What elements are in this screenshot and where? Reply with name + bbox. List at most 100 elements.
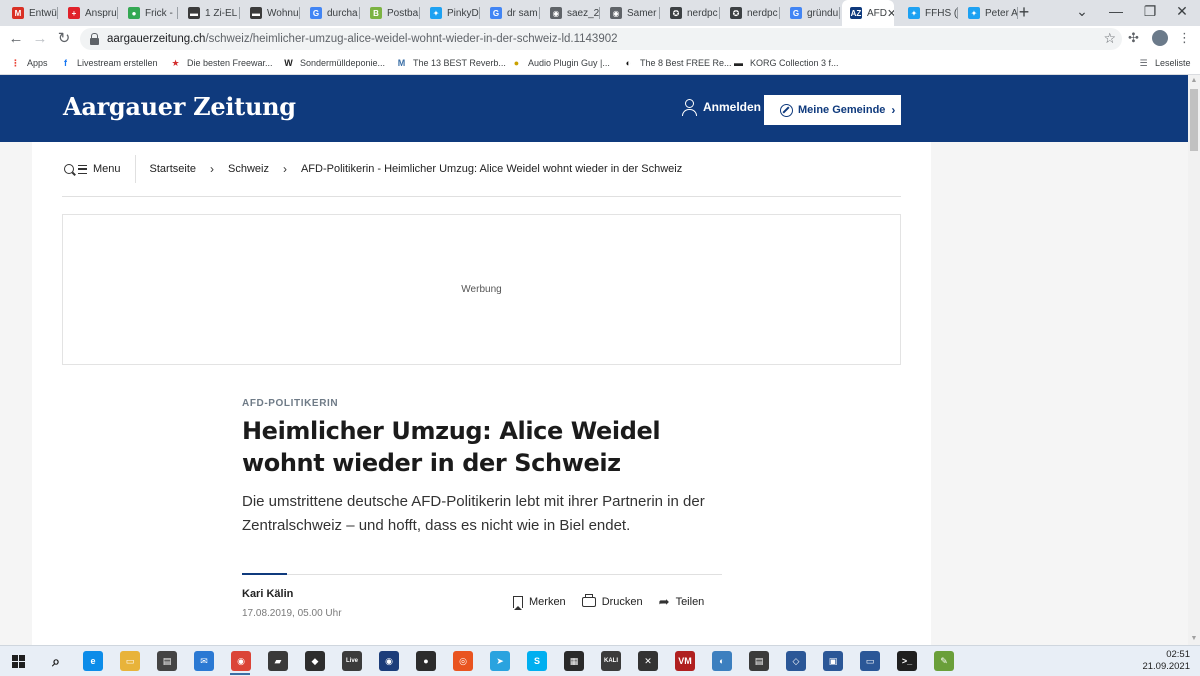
close-tab-icon[interactable]: ✕: [887, 7, 894, 20]
tab-active[interactable]: AZ AFD ✕: [842, 0, 894, 26]
close-window-icon[interactable]: ✕: [1172, 3, 1192, 20]
scroll-up-icon[interactable]: ▲: [1188, 75, 1200, 87]
skype-icon[interactable]: S: [527, 651, 547, 671]
url-text[interactable]: aargauerzeitung.ch/schweiz/heimlicher-um…: [107, 33, 618, 45]
swiss-flag-icon: +: [68, 7, 80, 19]
page-scrollbar[interactable]: ▲ ▼: [1188, 75, 1200, 645]
bookmark-item[interactable]: ▬ KORG Collection 3 f...: [733, 52, 839, 74]
telegram-icon[interactable]: ➤: [490, 651, 510, 671]
edge-icon[interactable]: e: [83, 651, 103, 671]
app-icon[interactable]: ▤: [749, 651, 769, 671]
app-icon[interactable]: ◐: [712, 651, 732, 671]
profile-avatar[interactable]: [1152, 30, 1168, 46]
app-icon[interactable]: ●: [416, 651, 436, 671]
bookmark-label: The 8 Best FREE Re...: [640, 58, 732, 68]
clock-date: 21.09.2021: [1142, 661, 1190, 672]
kali-icon[interactable]: KALI: [601, 651, 621, 671]
article-author[interactable]: Kari Kälin: [242, 588, 293, 600]
bookmark-star-icon[interactable]: ☆: [1103, 30, 1116, 47]
extensions-icon[interactable]: ✣: [1128, 30, 1139, 46]
breadcrumb-separator-icon: ›: [282, 162, 287, 176]
reload-icon[interactable]: ↻: [54, 29, 74, 49]
forward-icon[interactable]: →: [30, 29, 50, 49]
tab-title: nerdpc: [687, 7, 718, 19]
bookmark-site-icon: ◐: [625, 58, 632, 68]
browser-tab[interactable]: ✦ Peter A: [960, 0, 1018, 26]
file-explorer-icon[interactable]: ▭: [120, 651, 140, 671]
address-bar[interactable]: aargauerzeitung.ch/schweiz/heimlicher-um…: [80, 28, 1122, 50]
browser-tab[interactable]: Ggründu: [782, 0, 840, 26]
print-label: Drucken: [601, 596, 643, 608]
login-button[interactable]: Anmelden: [681, 99, 761, 116]
virtualbox-icon[interactable]: ◇: [786, 651, 806, 671]
bookmark-item[interactable]: ◐ The 8 Best FREE Re...: [623, 52, 732, 74]
windows-start-icon[interactable]: [12, 655, 25, 668]
search-taskbar-icon[interactable]: ⌕: [46, 651, 66, 671]
breadcrumb-home[interactable]: Startseite: [150, 163, 196, 175]
scroll-down-icon[interactable]: ▼: [1188, 633, 1200, 645]
ubuntu-icon[interactable]: ◎: [453, 651, 473, 671]
tab-divider: [539, 7, 540, 19]
google-icon: G: [310, 7, 322, 19]
app-icon[interactable]: ✕: [638, 651, 658, 671]
bookmark-item[interactable]: ● Audio Plugin Guy |...: [511, 52, 610, 74]
breadcrumb-section[interactable]: Schweiz: [228, 163, 269, 175]
app-icon[interactable]: ▦: [564, 651, 584, 671]
share-icon: ➦: [658, 594, 670, 609]
live-icon[interactable]: Live: [342, 651, 362, 671]
scroll-thumb[interactable]: [1190, 89, 1198, 151]
app-icon[interactable]: ▭: [860, 651, 880, 671]
browser-tab[interactable]: + Anspru: [60, 0, 118, 26]
page-viewport: Aargauer Zeitung Anmelden Meine Gemeinde…: [0, 75, 1188, 645]
bookmark-item[interactable]: W Sondermülldeponie...: [283, 52, 385, 74]
bookmark-item[interactable]: f Livestream erstellen: [60, 52, 158, 74]
bookmark-label: Livestream erstellen: [77, 58, 158, 68]
article-header: AFD-POLITIKERIN Heimlicher Umzug: Alice …: [242, 398, 722, 619]
browser-tab[interactable]: ✦ PinkyD: [422, 0, 480, 26]
menu-button[interactable]: Menu: [64, 155, 136, 183]
store-icon[interactable]: ▤: [157, 651, 177, 671]
bookmark-item[interactable]: ★ Die besten Freewar...: [170, 52, 272, 74]
app-icon[interactable]: ▣: [823, 651, 843, 671]
browser-tab[interactable]: ◉ Samer: [602, 0, 660, 26]
restore-icon[interactable]: ❐: [1140, 3, 1160, 20]
bookmark-item[interactable]: ⋮ Apps: [10, 52, 48, 74]
browser-tab[interactable]: M Entwür: [4, 0, 58, 26]
more-menu-icon[interactable]: ⋮: [1178, 30, 1191, 46]
print-button[interactable]: Drucken: [581, 594, 643, 610]
browser-tab[interactable]: ● Frick -: [120, 0, 178, 26]
back-icon[interactable]: ←: [6, 29, 26, 49]
voicemeeter-icon[interactable]: VM: [675, 651, 695, 671]
browser-tab[interactable]: ◉ saez_2: [542, 0, 600, 26]
minimize-icon[interactable]: —: [1106, 3, 1126, 19]
tab-title: durcha: [327, 7, 358, 19]
globe-icon: ◉: [610, 7, 622, 19]
share-button[interactable]: ➦ Teilen: [659, 594, 705, 610]
site-logo[interactable]: Aargauer Zeitung: [63, 92, 296, 121]
terminal-icon[interactable]: >_: [897, 651, 917, 671]
browser-tab[interactable]: Gdr sam: [482, 0, 540, 26]
app-icon[interactable]: ◉: [379, 651, 399, 671]
my-community-button[interactable]: Meine Gemeinde ›: [764, 95, 901, 125]
tab-search-icon[interactable]: ⌄: [1072, 3, 1092, 20]
mail-icon[interactable]: ✉: [194, 651, 214, 671]
browser-tab[interactable]: Gdurcha: [302, 0, 360, 26]
browser-tab[interactable]: B Postba: [362, 0, 420, 26]
browser-tab[interactable]: ▬ Wohnu: [242, 0, 300, 26]
tab-title: Anspru: [85, 7, 117, 19]
notepad-icon[interactable]: ✎: [934, 651, 954, 671]
system-clock[interactable]: 02:51 21.09.2021: [1142, 649, 1190, 673]
browser-tab[interactable]: ✦ FFHS (: [900, 0, 958, 26]
reading-list[interactable]: ☰ Leseliste: [1138, 52, 1190, 74]
bookmark-item[interactable]: M The 13 BEST Reverb...: [396, 52, 506, 74]
app-icon[interactable]: ◆: [305, 651, 325, 671]
browser-tab[interactable]: ▬ 1 Zi-EL: [180, 0, 240, 26]
new-tab-button[interactable]: +: [1014, 2, 1034, 23]
browser-tab[interactable]: ✪ nerdpc: [662, 0, 720, 26]
save-button[interactable]: Merken: [513, 594, 566, 610]
browser-tab[interactable]: ✪ nerdpc: [722, 0, 780, 26]
tab-title: Wohnu: [267, 7, 299, 19]
app-icon[interactable]: ▰: [268, 651, 288, 671]
chrome-icon[interactable]: ◉: [231, 651, 251, 671]
tab-divider: [177, 7, 178, 19]
